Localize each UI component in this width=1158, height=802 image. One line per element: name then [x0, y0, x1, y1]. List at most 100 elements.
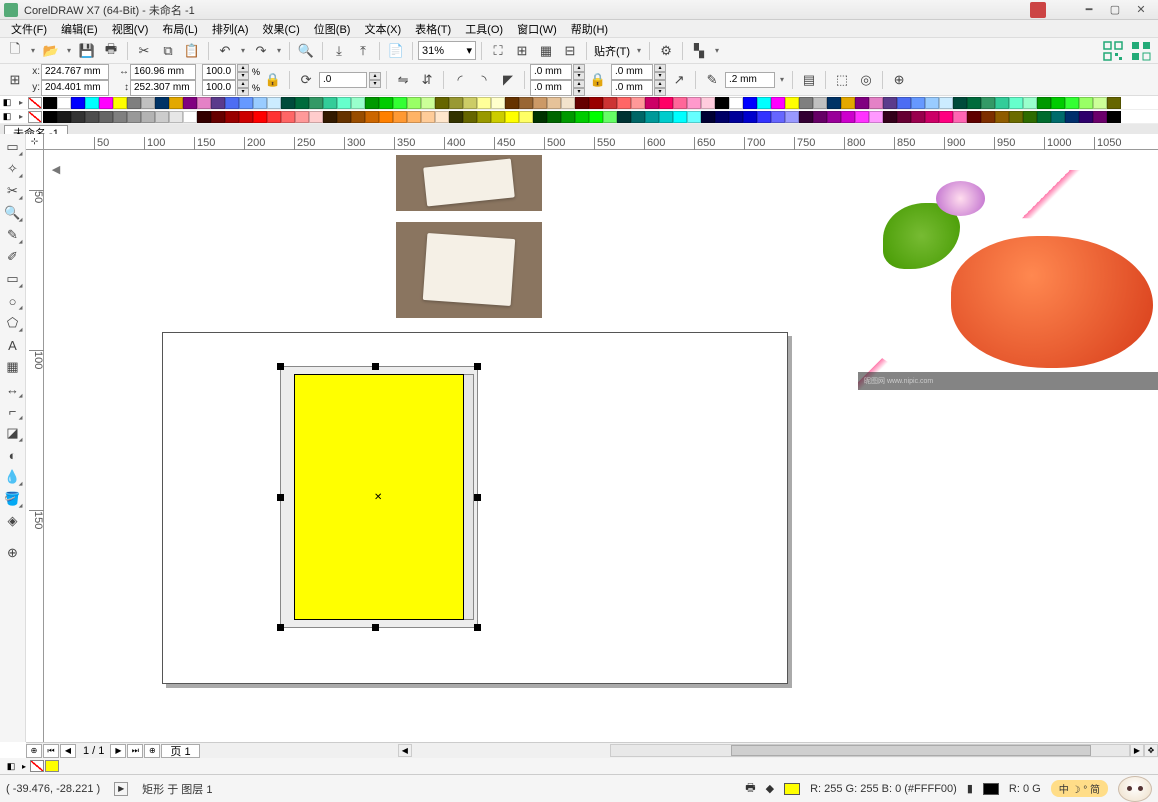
corner-tr-input[interactable]: .0 mm — [611, 64, 653, 80]
mini-color-yellow[interactable] — [45, 760, 59, 772]
palette2-swatch-5[interactable] — [113, 111, 127, 123]
palette1-swatch-27[interactable] — [421, 97, 435, 109]
hscroll-right[interactable]: ▶ — [1130, 744, 1144, 757]
palette2-swatch-75[interactable] — [1093, 111, 1107, 123]
nudge-left-icon[interactable]: ◀ — [46, 158, 66, 180]
cut-button[interactable]: ✂ — [133, 40, 155, 62]
palette-2-left[interactable]: ▸ — [14, 112, 28, 121]
palette1-swatch-40[interactable] — [603, 97, 617, 109]
palette1-swatch-ext-79[interactable] — [1107, 97, 1121, 109]
menu-帮助h[interactable]: 帮助(H) — [564, 20, 615, 38]
palette2-swatch-8[interactable] — [155, 111, 169, 123]
palette1-swatch-ext-74[interactable] — [1037, 97, 1051, 109]
save-button[interactable]: 💾 — [76, 40, 98, 62]
palette2-swatch-33[interactable] — [505, 111, 519, 123]
palette1-swatch-ext-69[interactable] — [967, 97, 981, 109]
round-corner-button[interactable]: ◜ — [449, 69, 471, 91]
ruler-origin[interactable]: ⊹ — [26, 134, 44, 150]
palette1-swatch-ext-57[interactable] — [799, 97, 813, 109]
palette1-swatch-ext-70[interactable] — [981, 97, 995, 109]
palette1-swatch-30[interactable] — [463, 97, 477, 109]
palette2-swatch-70[interactable] — [1023, 111, 1037, 123]
menu-排列a[interactable]: 排列(A) — [205, 20, 256, 38]
palette1-swatch-ext-63[interactable] — [883, 97, 897, 109]
palette1-swatch-ext-59[interactable] — [827, 97, 841, 109]
bitmap-image-2[interactable] — [396, 222, 542, 318]
palette2-swatch-40[interactable] — [603, 111, 617, 123]
palette1-swatch-29[interactable] — [449, 97, 463, 109]
palette2-swatch-53[interactable] — [785, 111, 799, 123]
palette1-swatch-42[interactable] — [631, 97, 645, 109]
palette1-swatch-21[interactable] — [337, 97, 351, 109]
paste-button[interactable]: 📋 — [181, 40, 203, 62]
palette1-swatch-ext-66[interactable] — [925, 97, 939, 109]
new-dropdown[interactable]: ▾ — [28, 46, 38, 55]
publish-pdf-button[interactable]: 📄 — [385, 40, 407, 62]
horizontal-scrollbar[interactable] — [610, 744, 1130, 757]
palette2-swatch-21[interactable] — [337, 111, 351, 123]
palette2-swatch-26[interactable] — [407, 111, 421, 123]
close-button[interactable]: ✕ — [1128, 1, 1154, 19]
palette2-swatch-2[interactable] — [71, 111, 85, 123]
palette1-swatch-ext-55[interactable] — [771, 97, 785, 109]
palette2-swatch-49[interactable] — [729, 111, 743, 123]
object-origin-icon[interactable]: ⊞ — [4, 69, 26, 91]
palette2-swatch-51[interactable] — [757, 111, 771, 123]
rectangle-tool[interactable]: ▭◢ — [2, 268, 24, 290]
mini-palette-picker[interactable]: ◧ — [4, 761, 18, 772]
palette2-swatch-71[interactable] — [1037, 111, 1051, 123]
palette1-swatch-20[interactable] — [323, 97, 337, 109]
chamfer-corner-button[interactable]: ◤ — [497, 69, 519, 91]
mascot-icon[interactable] — [1118, 776, 1152, 802]
menu-文本x[interactable]: 文本(X) — [357, 20, 408, 38]
import-button[interactable]: ⤓ — [328, 40, 350, 62]
palette1-swatch-47[interactable] — [701, 97, 715, 109]
print-button[interactable]: 🖶 — [100, 40, 122, 62]
palette1-swatch-7[interactable] — [141, 97, 155, 109]
palette2-swatch-23[interactable] — [365, 111, 379, 123]
corner-lock-button[interactable]: 🔒 — [587, 69, 609, 91]
palette1-swatch-8[interactable] — [155, 97, 169, 109]
export-button[interactable]: ⤒ — [352, 40, 374, 62]
palette1-swatch-ext-52[interactable] — [729, 97, 743, 109]
handle-ml[interactable] — [277, 494, 284, 501]
palette1-swatch-ext-67[interactable] — [939, 97, 953, 109]
palette2-swatch-27[interactable] — [421, 111, 435, 123]
palette-1-picker-icon[interactable]: ◧ — [0, 97, 14, 108]
new-button[interactable]: 🗋 — [4, 40, 26, 62]
polygon-tool[interactable]: ⬠◢ — [2, 312, 24, 334]
palette2-swatch-13[interactable] — [225, 111, 239, 123]
corner-bl-spin[interactable]: ▴▾ — [573, 80, 585, 96]
palette1-swatch-39[interactable] — [589, 97, 603, 109]
scale-y-spinner[interactable]: ▴▾ — [237, 80, 249, 96]
show-rulers-button[interactable]: ⊞ — [511, 40, 533, 62]
palette2-swatch-31[interactable] — [477, 111, 491, 123]
launcher-dropdown[interactable]: ▾ — [712, 46, 722, 55]
menu-效果c[interactable]: 效果(C) — [256, 20, 307, 38]
horizontal-ruler[interactable]: 5010015020025030035040045050055060065070… — [44, 134, 1158, 150]
handle-tr[interactable] — [474, 363, 481, 370]
palette1-swatch-15[interactable] — [253, 97, 267, 109]
palette2-swatch-38[interactable] — [575, 111, 589, 123]
menu-位图b[interactable]: 位图(B) — [307, 20, 358, 38]
corner-tl-input[interactable]: .0 mm — [530, 64, 572, 80]
width-input[interactable]: 160.96 mm — [130, 64, 196, 80]
outline-color-chip[interactable] — [983, 783, 999, 795]
transparency-tool[interactable]: ◐ — [2, 444, 24, 466]
palette1-swatch-ext-68[interactable] — [953, 97, 967, 109]
palette2-swatch-74[interactable] — [1079, 111, 1093, 123]
palette1-swatch-ext-76[interactable] — [1065, 97, 1079, 109]
page-last-button[interactable]: ⏭ — [127, 744, 143, 758]
palette2-swatch-18[interactable] — [295, 111, 309, 123]
palette2-swatch-6[interactable] — [127, 111, 141, 123]
zoom-level-input[interactable]: 31%▾ — [418, 41, 476, 60]
ellipse-tool[interactable]: ○◢ — [2, 290, 24, 312]
zoom-tool[interactable]: 🔍◢ — [2, 202, 24, 224]
palette2-swatch-59[interactable] — [869, 111, 883, 123]
palette2-swatch-67[interactable] — [981, 111, 995, 123]
palette2-swatch-62[interactable] — [911, 111, 925, 123]
undo-button[interactable]: ↶ — [214, 40, 236, 62]
palette1-swatch-31[interactable] — [477, 97, 491, 109]
palette1-swatch-17[interactable] — [281, 97, 295, 109]
interactive-fill-tool[interactable]: 🪣◢ — [2, 488, 24, 510]
